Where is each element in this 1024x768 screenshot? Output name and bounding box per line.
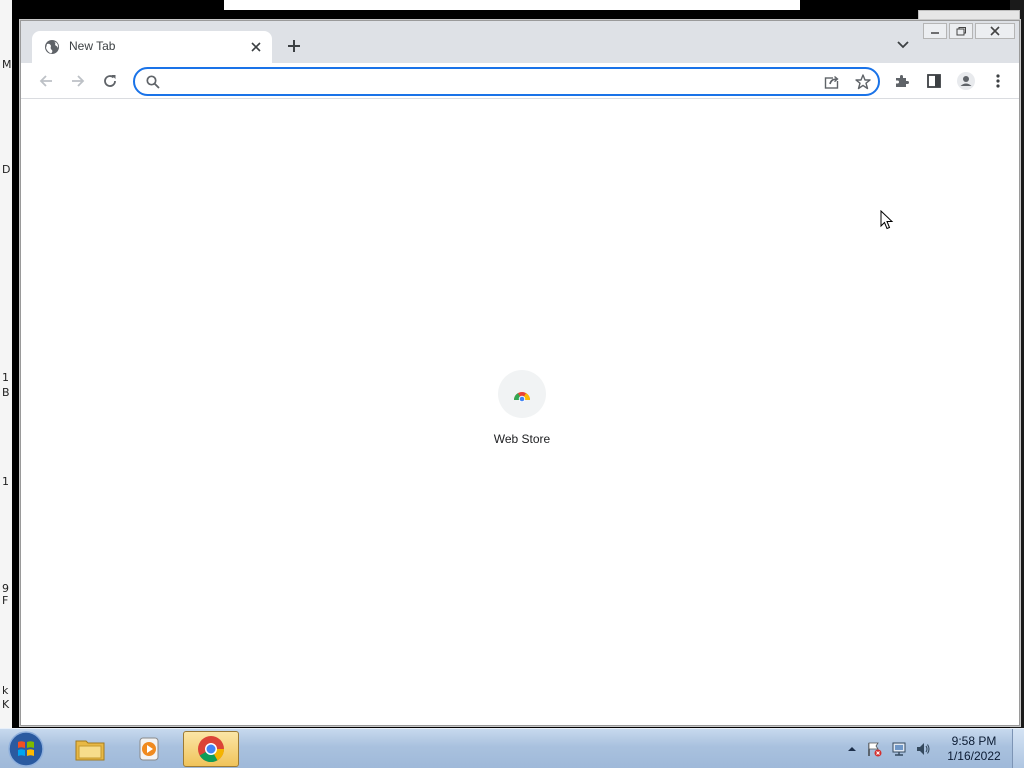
- back-button[interactable]: [34, 69, 58, 93]
- web-store-icon: [514, 392, 530, 402]
- show-hidden-icons-arrow-icon[interactable]: [844, 741, 860, 757]
- restore-button[interactable]: [949, 23, 973, 39]
- taskbar-clock[interactable]: 9:58 PM 1/16/2022: [944, 734, 1004, 764]
- desktop-text-fragment: D: [2, 163, 11, 176]
- tab-title: New Tab: [69, 39, 116, 53]
- taskbar: 9:58 PM 1/16/2022: [0, 728, 1024, 768]
- volume-speaker-icon[interactable]: [915, 741, 931, 757]
- globe-icon: [44, 39, 60, 55]
- chrome-icon: [198, 736, 225, 763]
- desktop-left-strip: M D 1 B 1 9 F k K: [0, 0, 12, 728]
- side-panel-icon[interactable]: [922, 69, 946, 93]
- desktop-text-fragment: k: [2, 684, 9, 697]
- toolbar: [21, 63, 1019, 99]
- clock-date: 1/16/2022: [947, 749, 1001, 763]
- new-tab-button[interactable]: [283, 35, 305, 57]
- desktop-text-fragment: 1: [2, 475, 9, 488]
- tab-strip: New Tab: [21, 21, 1019, 63]
- extensions-puzzle-icon[interactable]: [890, 69, 914, 93]
- shortcut-label: Web Store: [493, 432, 551, 446]
- minimize-button[interactable]: [923, 23, 947, 39]
- forward-button[interactable]: [66, 69, 90, 93]
- taskbar-media-player[interactable]: [122, 731, 178, 767]
- folder-icon: [75, 740, 105, 761]
- network-icon[interactable]: [891, 741, 907, 757]
- background-window-edge: [224, 0, 800, 10]
- start-button[interactable]: [6, 730, 46, 768]
- desktop-text-fragment: F: [2, 594, 9, 607]
- web-store-tile[interactable]: [498, 370, 546, 418]
- tab-search-chevron-down-icon[interactable]: [893, 35, 913, 55]
- profile-avatar-icon[interactable]: [954, 69, 978, 93]
- search-icon: [145, 74, 161, 90]
- clock-time: 9:58 PM: [951, 734, 997, 748]
- taskbar-file-explorer[interactable]: [62, 731, 118, 767]
- close-tab-icon[interactable]: [246, 37, 266, 57]
- address-input[interactable]: [167, 72, 807, 91]
- tab-new-tab[interactable]: New Tab: [32, 31, 272, 63]
- menu-kebab-icon[interactable]: [986, 69, 1010, 93]
- shortcut-web-store[interactable]: Web Store: [484, 370, 560, 454]
- show-desktop-button[interactable]: [1012, 729, 1024, 768]
- window-controls: [923, 23, 1015, 39]
- close-window-button[interactable]: [975, 23, 1015, 39]
- browser-window: New Tab Web Store: [20, 20, 1020, 726]
- desktop-text-fragment: K: [2, 698, 10, 711]
- bookmark-star-icon[interactable]: [854, 73, 872, 91]
- taskbar-chrome[interactable]: [183, 731, 239, 767]
- new-tab-page: Web Store: [21, 100, 1019, 725]
- desktop-text-fragment: 1: [2, 371, 9, 384]
- action-center-flag-icon[interactable]: [866, 741, 882, 757]
- reload-button[interactable]: [98, 69, 122, 93]
- address-bar[interactable]: [133, 67, 880, 96]
- mouse-pointer-icon: [880, 210, 894, 230]
- media-player-icon: [139, 737, 159, 761]
- desktop-text-fragment: M: [2, 58, 12, 71]
- desktop-text-fragment: B: [2, 386, 10, 399]
- share-icon[interactable]: [823, 73, 841, 91]
